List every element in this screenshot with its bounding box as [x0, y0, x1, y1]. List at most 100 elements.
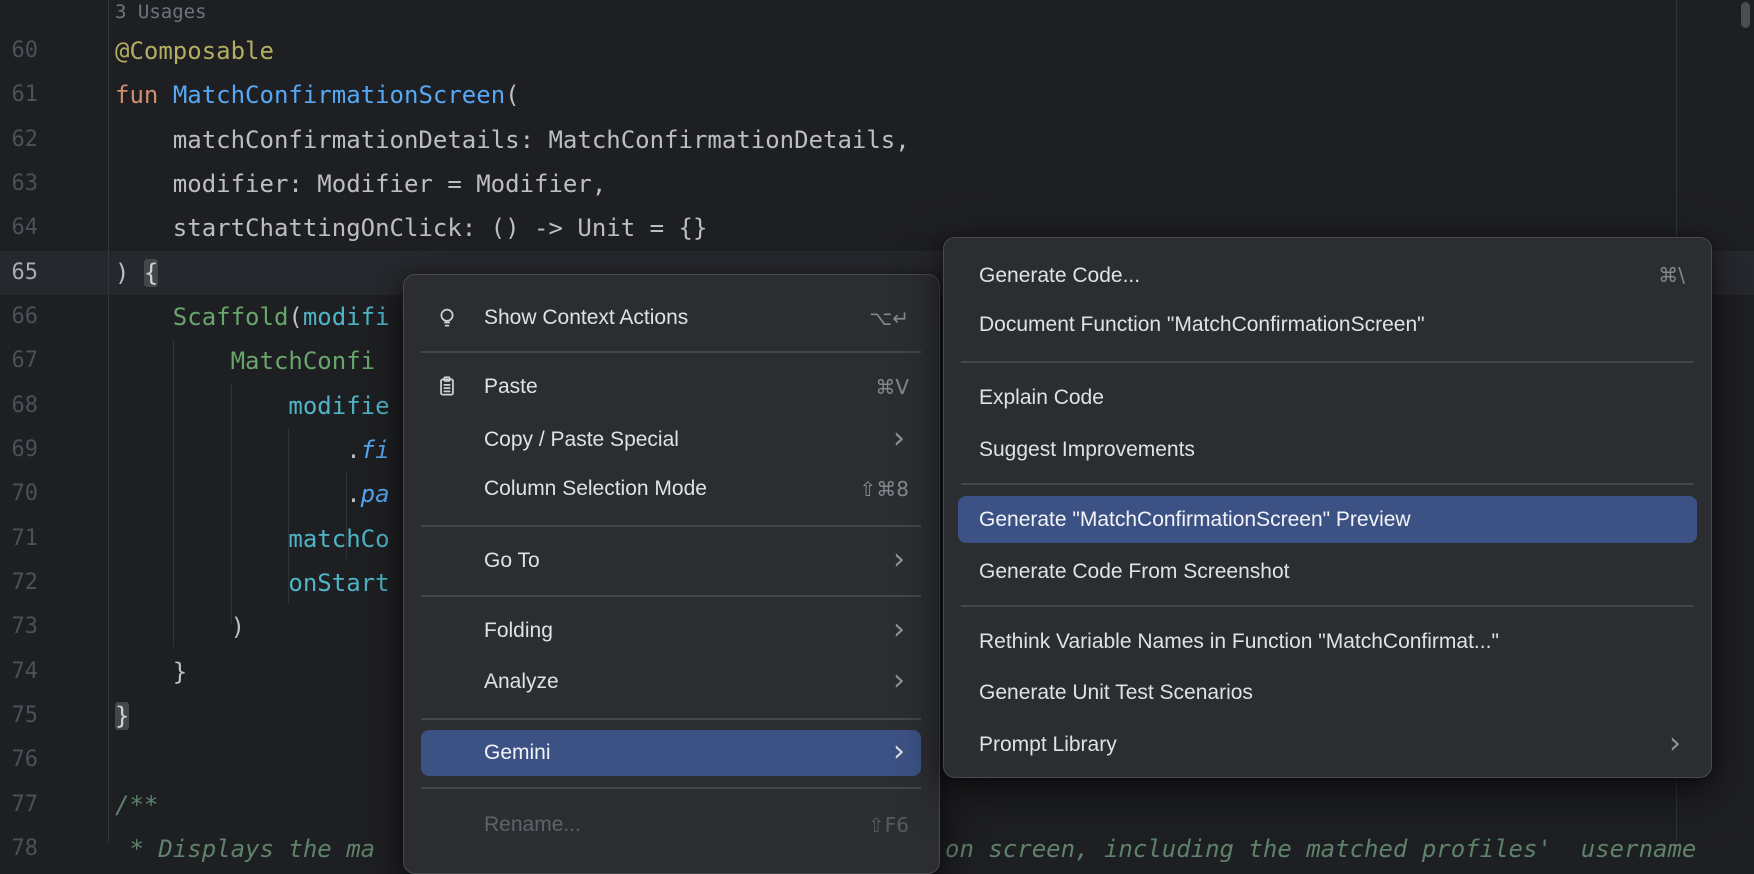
code-token: )	[115, 613, 245, 641]
menu-separator	[961, 361, 1694, 363]
line-number: 75	[0, 694, 38, 738]
code-line: onStart	[115, 561, 390, 605]
clipboard-icon	[434, 374, 460, 400]
code-token: (	[505, 81, 519, 109]
menu-item-generate-code[interactable]: Generate Code... ⌘\	[958, 252, 1697, 299]
menu-item-label: Generate Unit Test Scenarios	[979, 681, 1253, 704]
code-token	[115, 347, 231, 375]
menu-item-copy-paste-special[interactable]: Copy / Paste Special ›	[421, 417, 921, 463]
menu-item-generate-unit-test-scenarios[interactable]: Generate Unit Test Scenarios	[958, 669, 1697, 716]
code-token: on screen, including the matched profile…	[945, 835, 1696, 863]
code-token: {	[144, 259, 158, 287]
editor-context-menu: Show Context Actions ⌥↵ Paste ⌘V Copy / …	[403, 274, 940, 874]
menu-item-label: Folding	[484, 619, 553, 642]
line-number: 72	[0, 561, 38, 605]
submenu-arrow-icon: ›	[1669, 720, 1681, 767]
code-line: modifie	[115, 384, 390, 428]
menu-item-shortcut: ⌘V	[875, 364, 909, 410]
menu-item-rethink-variable-names[interactable]: Rethink Variable Names in Function "Matc…	[958, 618, 1697, 665]
menu-item-label: Generate Code...	[979, 264, 1140, 287]
menu-separator	[421, 787, 921, 789]
code-token: fun	[115, 81, 158, 109]
lightbulb-icon	[434, 305, 460, 331]
code-token: .	[115, 436, 361, 464]
code-line: startChattingOnClick: () -> Unit = {}	[115, 206, 707, 250]
menu-item-label: Gemini	[484, 741, 551, 764]
code-token: fi	[361, 436, 390, 464]
code-token: matchCo	[288, 525, 389, 553]
menu-item-paste[interactable]: Paste ⌘V	[421, 364, 921, 410]
menu-item-go-to[interactable]: Go To ›	[421, 538, 921, 584]
code-line: on screen, including the matched profile…	[945, 827, 1696, 871]
submenu-arrow-icon: ›	[893, 658, 905, 704]
code-token	[115, 392, 288, 420]
code-token	[115, 525, 288, 553]
code-line: }	[115, 650, 187, 694]
line-number: 62	[0, 118, 38, 162]
gutter-separator	[108, 0, 109, 842]
submenu-arrow-icon: ›	[893, 607, 905, 653]
code-token: matchConfirmationDetails: MatchConfirmat…	[115, 126, 910, 154]
menu-separator	[421, 595, 921, 597]
menu-item-explain-code[interactable]: Explain Code	[958, 374, 1697, 421]
menu-item-generate-code-from-screenshot[interactable]: Generate Code From Screenshot	[958, 548, 1697, 595]
code-line: }	[115, 694, 129, 738]
code-token: )	[115, 259, 144, 287]
menu-item-label: Column Selection Mode	[484, 477, 707, 500]
menu-item-show-context-actions[interactable]: Show Context Actions ⌥↵	[421, 295, 921, 341]
submenu-arrow-icon: ›	[893, 729, 905, 775]
code-token: /**	[115, 791, 158, 819]
submenu-arrow-icon: ›	[893, 416, 905, 462]
line-number: 64	[0, 206, 38, 250]
menu-item-analyze[interactable]: Analyze ›	[421, 659, 921, 705]
menu-item-suggest-improvements[interactable]: Suggest Improvements	[958, 426, 1697, 473]
menu-item-column-selection-mode[interactable]: Column Selection Mode ⇧⌘8	[421, 466, 921, 512]
line-number: 66	[0, 295, 38, 339]
menu-item-generate-preview[interactable]: Generate "MatchConfirmationScreen" Previ…	[958, 496, 1697, 543]
line-number: 73	[0, 605, 38, 649]
line-number: 76	[0, 738, 38, 782]
code-line: matchCo	[115, 517, 390, 561]
menu-item-rename[interactable]: Rename... ⇧F6	[421, 802, 921, 848]
menu-item-label: Go To	[484, 549, 540, 572]
code-line: .fi	[115, 428, 390, 472]
menu-item-label: Analyze	[484, 670, 559, 693]
vertical-scrollbar-thumb[interactable]	[1741, 2, 1750, 28]
menu-item-label: Copy / Paste Special	[484, 428, 679, 451]
menu-separator	[421, 525, 921, 527]
menu-item-gemini[interactable]: Gemini ›	[421, 730, 921, 776]
code-token: modifi	[303, 303, 390, 331]
line-number: 68	[0, 384, 38, 428]
line-number: 60	[0, 29, 38, 73]
code-token	[158, 81, 172, 109]
menu-item-prompt-library[interactable]: Prompt Library ›	[958, 721, 1697, 768]
menu-item-label: Generate "MatchConfirmationScreen" Previ…	[979, 508, 1411, 531]
code-line: matchConfirmationDetails: MatchConfirmat…	[115, 118, 910, 162]
line-number: 61	[0, 73, 38, 117]
code-line: modifier: Modifier = Modifier,	[115, 162, 606, 206]
menu-item-label: Prompt Library	[979, 733, 1117, 756]
code-token: .	[115, 480, 361, 508]
code-token: * Displays the ma	[115, 835, 375, 863]
code-token	[115, 303, 173, 331]
code-token: }	[115, 658, 187, 686]
code-token: onStart	[288, 569, 389, 597]
menu-item-document-function[interactable]: Document Function "MatchConfirmationScre…	[958, 301, 1697, 348]
menu-item-label: Rethink Variable Names in Function "Matc…	[979, 630, 1499, 653]
menu-item-label: Suggest Improvements	[979, 438, 1195, 461]
menu-item-label: Paste	[484, 375, 538, 398]
code-line: * Displays the ma	[115, 827, 375, 871]
menu-item-folding[interactable]: Folding ›	[421, 608, 921, 654]
code-token: MatchConfi	[231, 347, 376, 375]
menu-item-label: Generate Code From Screenshot	[979, 560, 1290, 583]
code-token: @Composable	[115, 37, 274, 65]
menu-item-shortcut: ⇧⌘8	[860, 466, 909, 512]
code-token: pa	[361, 480, 390, 508]
code-line: /**	[115, 783, 158, 827]
usages-inlay-hint[interactable]: 3 Usages	[115, 0, 207, 24]
menu-separator	[961, 483, 1694, 485]
code-line: .pa	[115, 472, 390, 516]
menu-item-shortcut: ⌘\	[1658, 252, 1685, 299]
line-number: 67	[0, 339, 38, 383]
code-token: startChattingOnClick: () -> Unit = {}	[115, 214, 707, 242]
